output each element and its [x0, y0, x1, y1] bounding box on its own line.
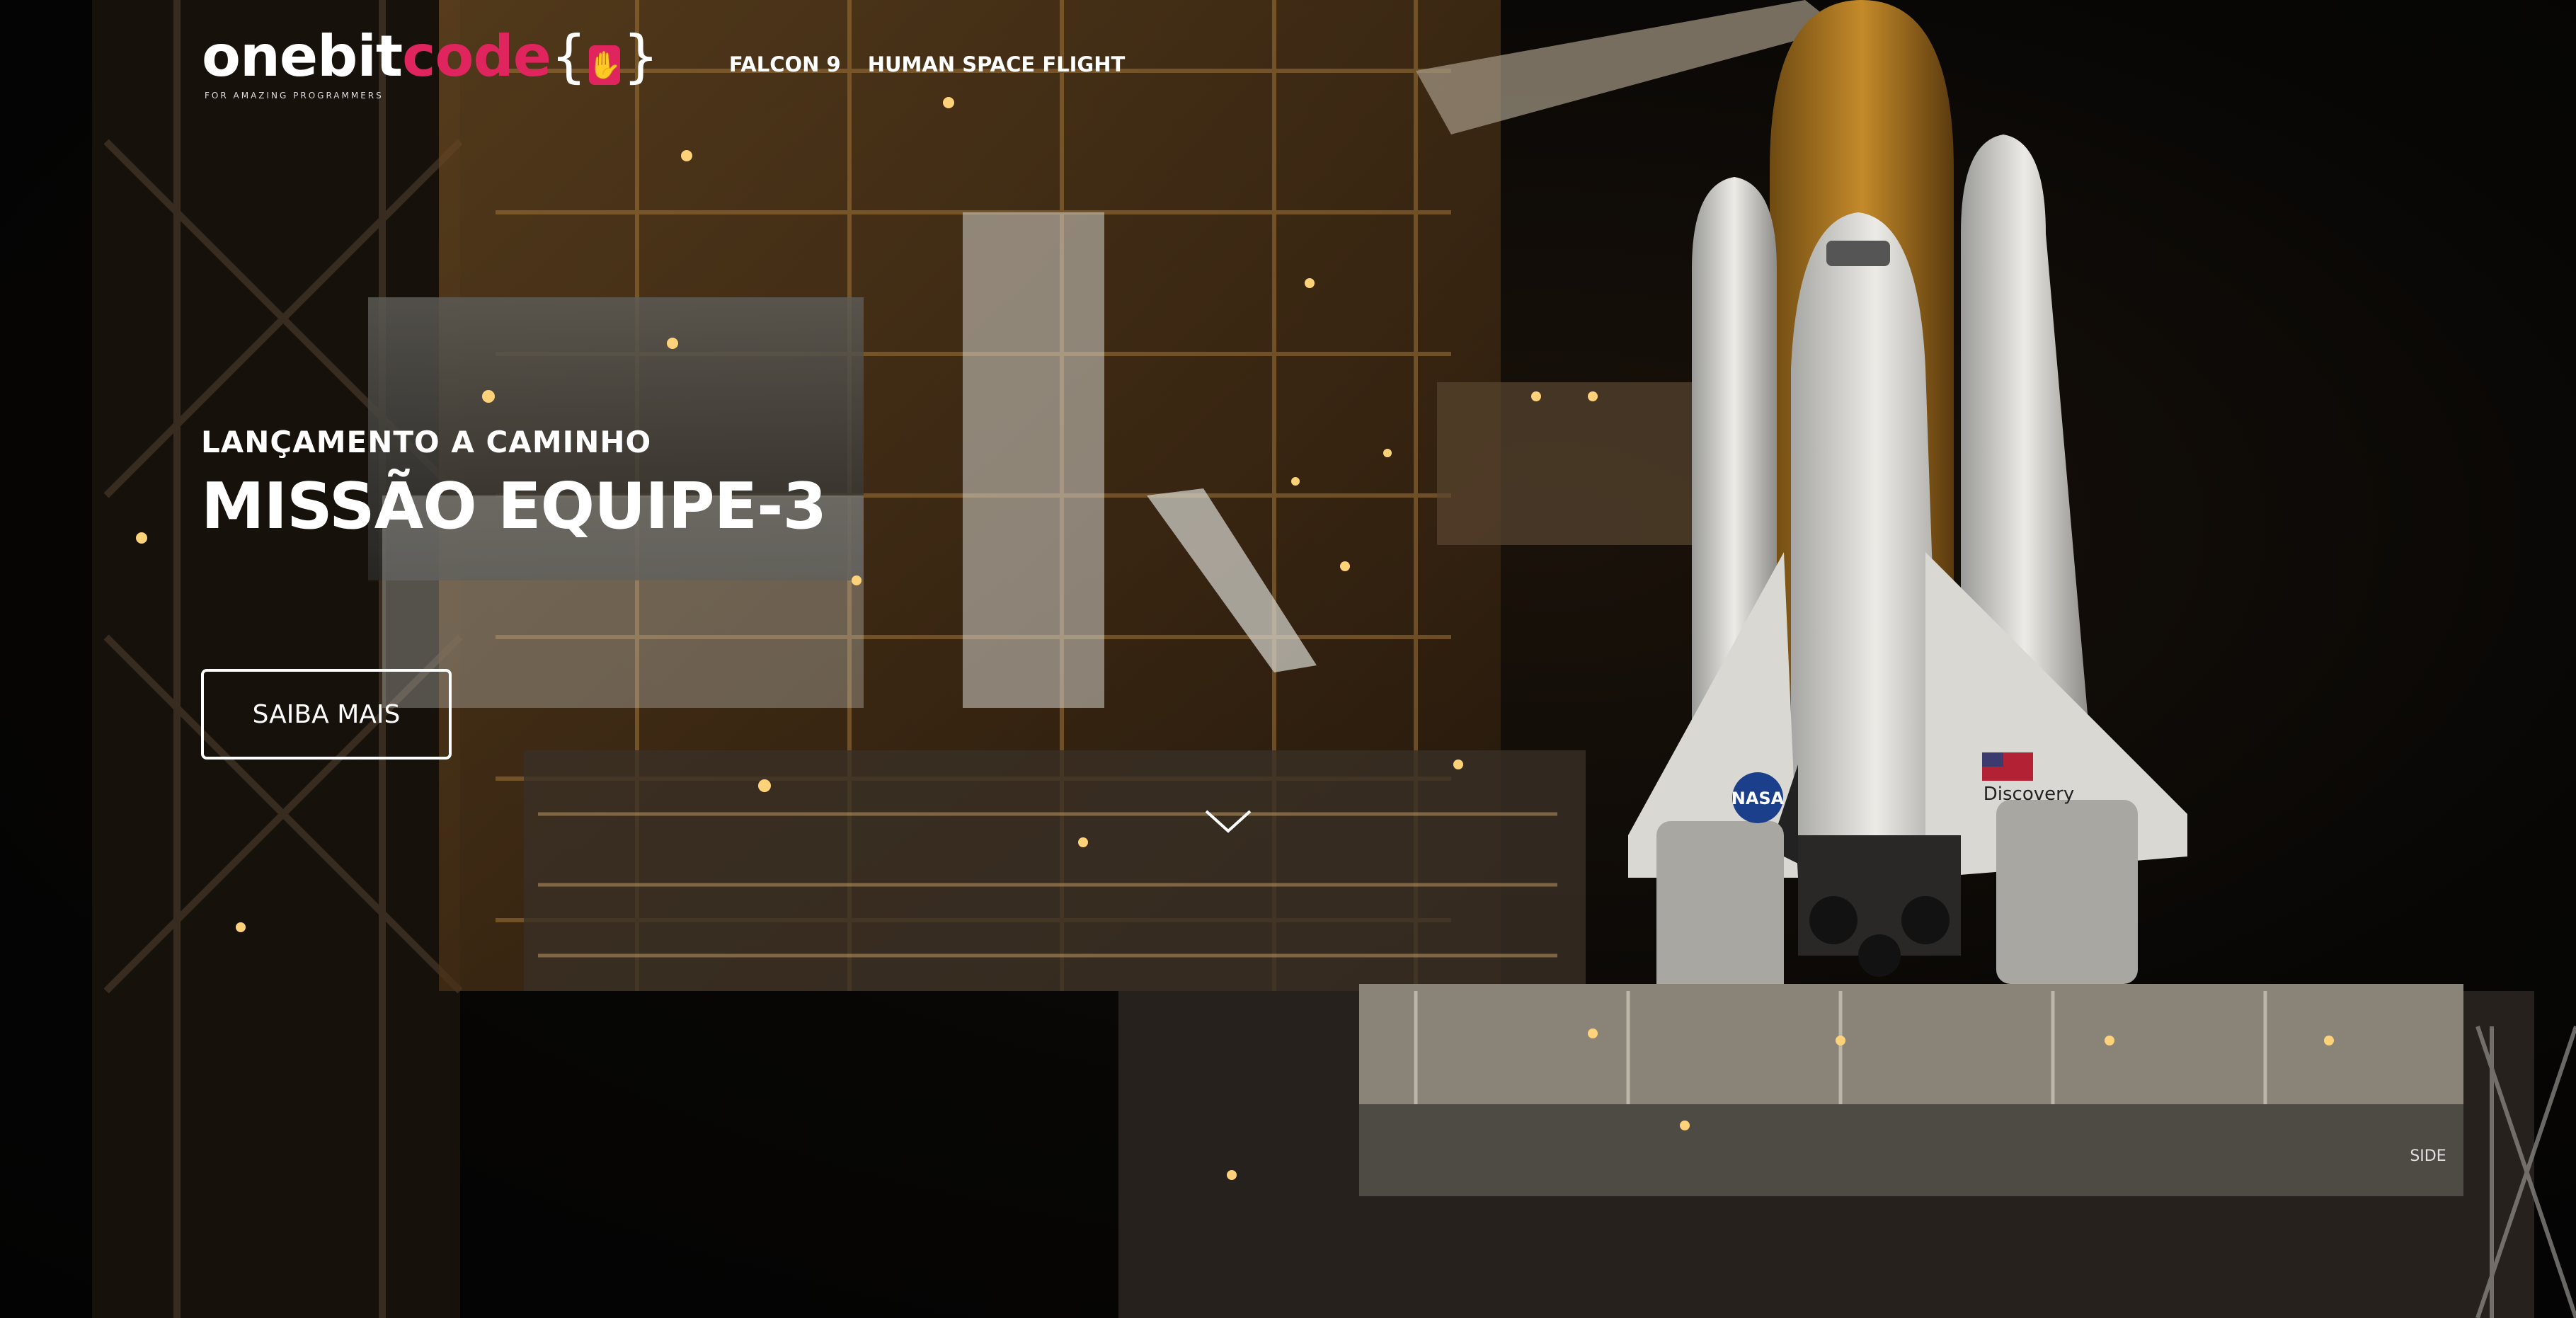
nav-link-falcon-9[interactable]: FALCON 9	[729, 52, 841, 76]
logo-tagline: FOR AMAZING PROGRAMMERS	[205, 91, 384, 101]
main-navbar: onebit code { ✋ } FOR AMAZING PROGRAMMER…	[202, 25, 1152, 103]
onebitcode-logo[interactable]: onebit code { ✋ } FOR AMAZING PROGRAMMER…	[202, 23, 659, 101]
logo-brace-close: }	[622, 23, 659, 89]
logo-code-text: code	[402, 23, 551, 89]
hero-subtitle: LANÇAMENTO A CAMINHO	[201, 425, 652, 459]
saiba-mais-button[interactable]: SAIBA MAIS	[201, 669, 452, 760]
rock-hand-icon: ✋	[588, 45, 622, 85]
shuttle-name-text: Discovery	[1983, 784, 2074, 805]
chevron-down-icon[interactable]	[1203, 807, 1253, 835]
logo-brace-open: {	[551, 23, 587, 89]
logo-wordmark: onebit code { ✋ }	[202, 23, 659, 89]
logo-onebit-text: onebit	[202, 23, 403, 89]
nav-link-human-space-flight[interactable]: HUMAN SPACE FLIGHT	[868, 52, 1126, 76]
pad-side-label: SIDE	[2410, 1147, 2446, 1165]
hero-background-image: NASA Discovery SIDE	[92, 0, 2576, 1318]
hero-text-block: LANÇAMENTO A CAMINHO MISSÃO EQUIPE-3	[201, 425, 827, 544]
hero-section: NASA Discovery SIDE onebit code {✋} FO…	[0, 0, 2576, 1318]
hero-title: MISSÃO EQUIPE-3	[201, 469, 827, 544]
nasa-logo-text: NASA	[1731, 789, 1785, 808]
